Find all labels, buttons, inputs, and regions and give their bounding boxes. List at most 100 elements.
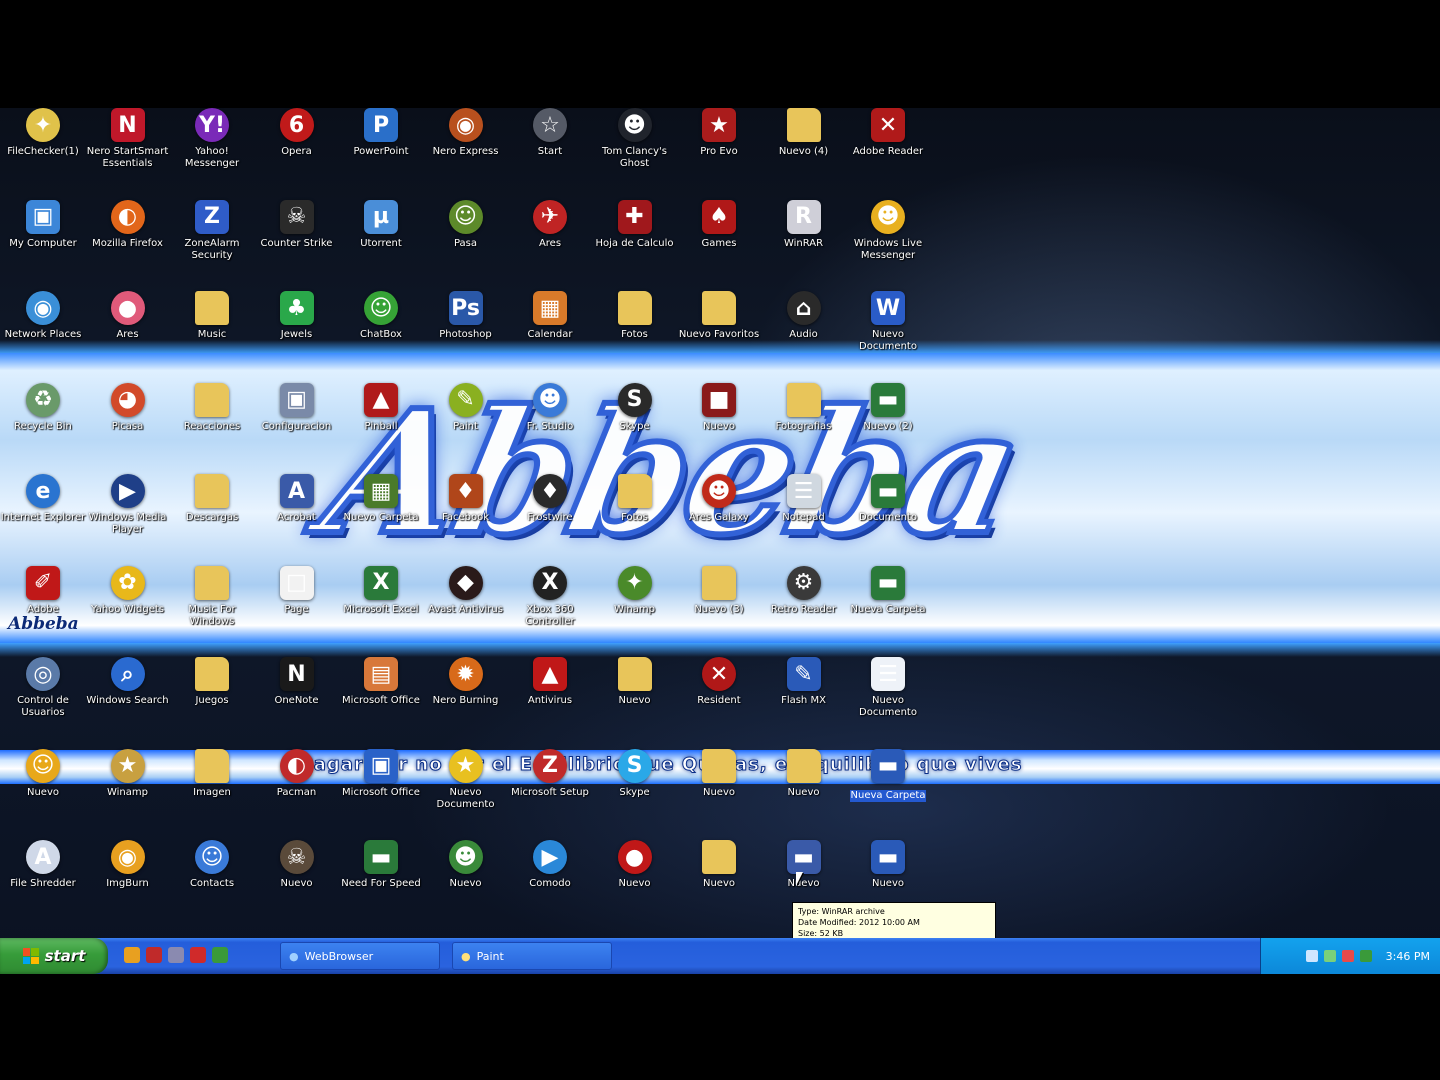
desktop-icon[interactable]: ✦ Winamp xyxy=(592,565,678,650)
desktop-icon[interactable]: Reacciones xyxy=(169,382,255,467)
desktop-icon[interactable]: ◕ Picasa xyxy=(85,382,171,467)
desktop-icon[interactable]: Music For Windows xyxy=(169,565,255,650)
desktop-icon[interactable]: Fotos xyxy=(592,474,678,558)
desktop-icon[interactable]: ♠ Games xyxy=(676,199,762,284)
desktop-icon[interactable]: ■ Nuevo xyxy=(676,382,762,467)
desktop-icon[interactable]: ☰ Notepad xyxy=(761,474,847,558)
desktop-icon[interactable]: Nuevo xyxy=(761,748,847,833)
desktop-icon[interactable]: ● Nuevo xyxy=(592,840,678,924)
desktop-icon[interactable]: ☠ Nuevo xyxy=(254,840,340,924)
desktop-icon[interactable]: Juegos xyxy=(169,657,255,741)
desktop-icon[interactable]: ▤ Microsoft Office xyxy=(338,657,424,741)
desktop-icon[interactable]: ☺ Pasa xyxy=(423,199,509,284)
desktop-icon[interactable]: Nuevo xyxy=(592,657,678,741)
desktop-icon[interactable]: e Internet Explorer xyxy=(0,474,86,558)
desktop-icon[interactable]: Ps Photoshop xyxy=(423,291,509,375)
start-button[interactable]: start xyxy=(0,938,108,974)
desktop-icon[interactable]: µ Utorrent xyxy=(338,199,424,284)
desktop-icon[interactable]: ✕ Adobe Reader xyxy=(845,108,931,192)
desktop-icon[interactable]: ▣ My Computer xyxy=(0,199,86,284)
desktop-icon[interactable]: ▦ Nuevo Carpeta xyxy=(338,474,424,558)
desktop-icon[interactable]: ◉ ImgBurn xyxy=(85,840,171,924)
desktop-icon[interactable]: ☺ Nuevo xyxy=(0,748,86,833)
desktop-icon[interactable]: Nuevo Favoritos xyxy=(676,291,762,375)
desktop-icon[interactable]: Fotos xyxy=(592,291,678,375)
desktop-icon[interactable]: ▬ Need For Speed xyxy=(338,840,424,924)
desktop-icon[interactable]: ☻ Tom Clancy's Ghost xyxy=(592,108,678,192)
quicklaunch-app-icon[interactable] xyxy=(190,947,206,963)
volume-icon[interactable] xyxy=(1323,950,1336,962)
desktop-icon[interactable]: ◉ Network Places xyxy=(0,291,86,375)
desktop-icon[interactable]: Nuevo (3) xyxy=(676,565,762,650)
desktop-icon[interactable]: ☆ Start xyxy=(507,108,593,192)
desktop-icon[interactable]: ☻ Nuevo xyxy=(423,840,509,924)
desktop-icon[interactable]: Imagen xyxy=(169,748,255,833)
desktop-icon[interactable]: ♦ Facebook xyxy=(423,474,509,558)
desktop-icon[interactable]: ✈ Ares xyxy=(507,199,593,284)
desktop-icon[interactable]: ★ Pro Evo xyxy=(676,108,762,192)
desktop-icon[interactable]: ⚙ Retro Reader xyxy=(761,565,847,650)
clock[interactable]: 3:46 PM xyxy=(1386,950,1430,963)
desktop-icon[interactable]: ◆ Avast Antivirus xyxy=(423,565,509,650)
desktop-icon[interactable]: Nuevo (4) xyxy=(761,108,847,192)
desktop-icon[interactable]: ☻ Windows Live Messenger xyxy=(845,199,931,284)
desktop-icon[interactable]: Fotografias xyxy=(761,382,847,467)
desktop-icon[interactable]: ☠ Counter Strike xyxy=(254,199,340,284)
security-icon[interactable] xyxy=(1341,950,1354,962)
desktop-icon[interactable]: ☻ Fr. Studio xyxy=(507,382,593,467)
desktop-icon[interactable]: ▬ Nuevo (2) xyxy=(845,382,931,467)
desktop-icon[interactable]: ◐ Pacman xyxy=(254,748,340,833)
desktop-icon[interactable]: 6 Opera xyxy=(254,108,340,192)
desktop-icon[interactable]: ✹ Nero Burning xyxy=(423,657,509,741)
desktop-icon[interactable]: ♦ Frostwire xyxy=(507,474,593,558)
desktop-icon[interactable]: S Skype xyxy=(592,748,678,833)
desktop-icon[interactable]: ☰ Nuevo Documento xyxy=(845,657,931,741)
messenger-icon[interactable] xyxy=(1359,950,1372,962)
desktop-icon[interactable]: A Acrobat xyxy=(254,474,340,558)
desktop-icon[interactable]: Nuevo xyxy=(676,840,762,924)
desktop-icon[interactable]: ✎ Flash MX xyxy=(761,657,847,741)
desktop-icon[interactable]: N OneNote xyxy=(254,657,340,741)
desktop-icon[interactable]: ▬ Documento xyxy=(845,474,931,558)
desktop-icon[interactable]: ▣ Configuracion xyxy=(254,382,340,467)
desktop-icon[interactable]: ✕ Resident xyxy=(676,657,762,741)
desktop-icon[interactable]: ◎ Control de Usuarios xyxy=(0,657,86,741)
quicklaunch-ie-icon[interactable] xyxy=(168,947,184,963)
desktop-icon[interactable]: X Microsoft Excel xyxy=(338,565,424,650)
desktop-icon[interactable]: Descargas xyxy=(169,474,255,558)
quicklaunch-media-icon[interactable] xyxy=(146,947,162,963)
desktop-icon[interactable]: Z Microsoft Setup xyxy=(507,748,593,833)
desktop-icon[interactable]: ♻ Recycle Bin xyxy=(0,382,86,467)
desktop-icon[interactable]: ★ Nuevo Documento xyxy=(423,748,509,833)
desktop-icon[interactable]: ▶ Comodo xyxy=(507,840,593,924)
desktop-icon[interactable]: A File Shredder xyxy=(0,840,86,924)
desktop-icon[interactable]: ★ Winamp xyxy=(85,748,171,833)
desktop-icon[interactable]: ◐ Mozilla Firefox xyxy=(85,199,171,284)
desktop-icon[interactable]: ⌕ Windows Search xyxy=(85,657,171,741)
desktop-icon[interactable]: ▲ Pinball xyxy=(338,382,424,467)
desktop-icon[interactable]: ✿ Yahoo Widgets xyxy=(85,565,171,650)
desktop-icon[interactable]: ▣ Microsoft Office xyxy=(338,748,424,833)
desktop-icon[interactable]: ☺ ChatBox xyxy=(338,291,424,375)
quicklaunch-show-desktop-icon[interactable] xyxy=(124,947,140,963)
network-icon[interactable] xyxy=(1305,950,1318,962)
desktop-icon[interactable]: ✚ Hoja de Calculo xyxy=(592,199,678,284)
desktop-icon[interactable]: ✦ FileChecker(1) xyxy=(0,108,86,192)
desktop-icon[interactable]: ✐ Adobe xyxy=(0,565,86,650)
quicklaunch-app2-icon[interactable] xyxy=(212,947,228,963)
desktop-icon[interactable]: P PowerPoint xyxy=(338,108,424,192)
desktop-icon[interactable]: ☻ Ares Galaxy xyxy=(676,474,762,558)
desktop-icon[interactable]: Music xyxy=(169,291,255,375)
taskbar-task-paint[interactable]: ● Paint xyxy=(452,942,612,970)
desktop-icon[interactable]: R WinRAR xyxy=(761,199,847,284)
desktop-icon[interactable]: S Skype xyxy=(592,382,678,467)
desktop-icon[interactable]: □ Page xyxy=(254,565,340,650)
desktop-icon[interactable]: Y! Yahoo! Messenger xyxy=(169,108,255,192)
desktop-icon[interactable]: ▬ Nueva Carpeta xyxy=(845,565,931,650)
desktop-icon[interactable]: ▲ Antivirus xyxy=(507,657,593,741)
desktop-icon[interactable]: Z ZoneAlarm Security xyxy=(169,199,255,284)
desktop-icon[interactable]: ▶ Windows Media Player xyxy=(85,474,171,558)
desktop-icon[interactable]: ◉ Nero Express xyxy=(423,108,509,192)
desktop-icon[interactable]: ▬ Nueva Carpeta xyxy=(845,748,931,833)
desktop-icon[interactable]: ♣ Jewels xyxy=(254,291,340,375)
